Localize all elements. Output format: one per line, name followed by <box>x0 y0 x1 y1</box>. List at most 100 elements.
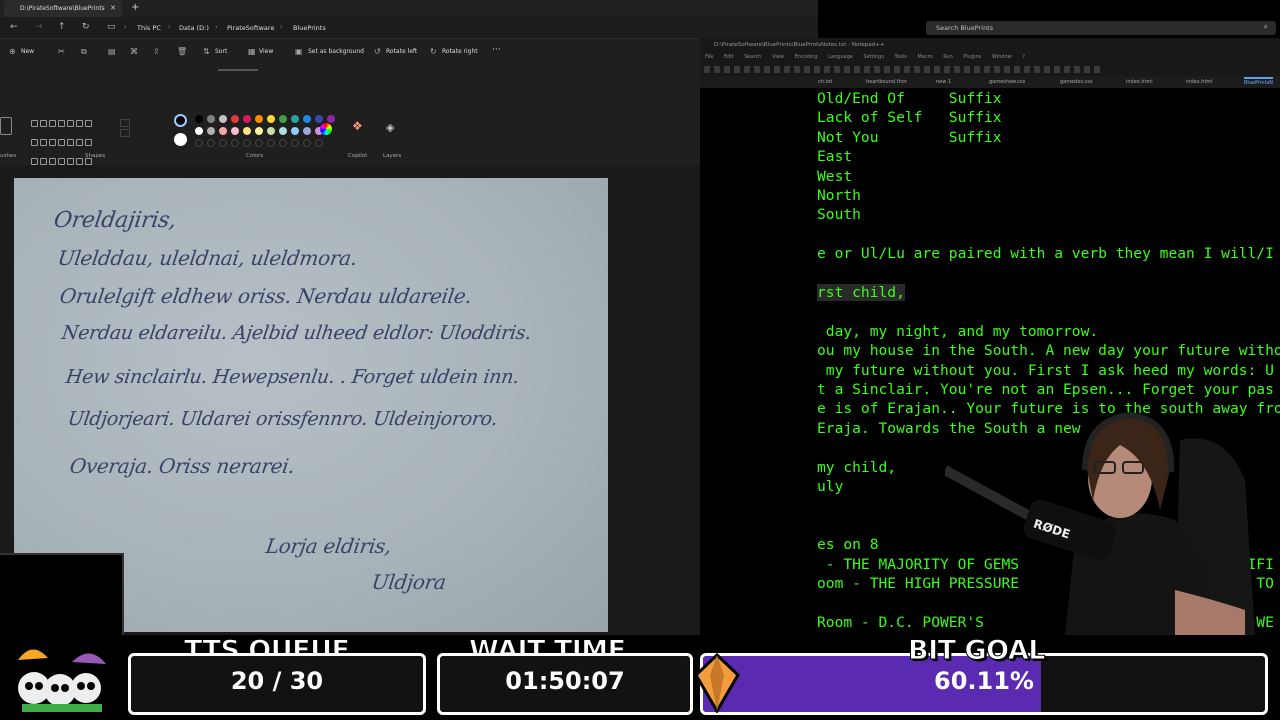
rotate-left-icon: ↺ <box>374 47 381 56</box>
color-swatch[interactable] <box>195 127 203 135</box>
color-swatch[interactable] <box>231 127 239 135</box>
color-swatch[interactable] <box>195 115 203 123</box>
color-picker-icon[interactable] <box>320 123 332 135</box>
view-icon: ▦ <box>248 47 256 56</box>
menu-item[interactable]: Run <box>943 54 953 60</box>
file-tab[interactable]: heartbound.thor <box>866 79 907 85</box>
menu-item[interactable]: File <box>705 54 713 60</box>
color-swatch[interactable] <box>303 115 311 123</box>
rename-icon[interactable]: ⌘ <box>130 47 138 56</box>
color-swatch[interactable] <box>291 115 299 123</box>
close-icon[interactable]: ✕ <box>110 4 116 12</box>
code-line: es on 8 <box>817 536 879 554</box>
custom-color-slot[interactable] <box>291 139 299 147</box>
menu-item[interactable]: Search <box>744 54 761 60</box>
back-icon[interactable]: ← <box>10 22 18 32</box>
color-swatch[interactable] <box>219 127 227 135</box>
custom-color-slot[interactable] <box>195 139 203 147</box>
search-icon[interactable]: ⌕ <box>1264 22 1268 32</box>
menu-item[interactable]: View <box>772 54 784 60</box>
letter-line: Uldjorjeari. Uldarei orissfennro. Uldein… <box>66 408 499 430</box>
search-input[interactable]: Search BluePrints ⌕ <box>926 21 1276 35</box>
color-swatch[interactable] <box>243 127 251 135</box>
secondary-color-swatch[interactable] <box>174 133 187 146</box>
webcam-feed: RØDE <box>945 400 1280 635</box>
sort-button[interactable]: Sort <box>215 48 227 55</box>
menu-item[interactable]: Plugins <box>963 54 981 60</box>
color-swatch[interactable] <box>303 127 311 135</box>
custom-color-slot[interactable] <box>279 139 287 147</box>
brush-tool[interactable] <box>0 117 12 135</box>
color-swatch[interactable] <box>315 115 323 123</box>
color-swatch[interactable] <box>207 127 215 135</box>
new-icon: ⊕ <box>9 47 16 56</box>
primary-color-swatch[interactable] <box>174 114 187 127</box>
window-tab-title: D:\PirateSoftware\BluePrints <box>20 5 105 12</box>
up-icon[interactable]: ↑ <box>58 22 66 32</box>
outline-fill-options[interactable] <box>118 117 158 143</box>
color-swatch[interactable] <box>267 115 275 123</box>
color-swatch[interactable] <box>255 127 263 135</box>
brushes-group-label: ushes <box>0 153 17 159</box>
custom-color-slot[interactable] <box>207 139 215 147</box>
rotate-right-button[interactable]: Rotate right <box>442 48 478 55</box>
rotate-left-button[interactable]: Rotate left <box>386 48 417 55</box>
color-swatch[interactable] <box>243 115 251 123</box>
menu-item[interactable]: Edit <box>724 54 734 60</box>
color-swatch[interactable] <box>279 127 287 135</box>
code-line: my child, <box>817 458 897 476</box>
color-swatch[interactable] <box>231 115 239 123</box>
layers-icon[interactable]: ◈ <box>386 121 394 134</box>
delete-icon[interactable]: 🗑 <box>177 47 187 56</box>
file-tab[interactable]: index.html <box>1126 79 1153 85</box>
menu-item[interactable]: Encoding <box>795 54 818 60</box>
breadcrumb-data-d[interactable]: Data (D:) <box>179 24 209 32</box>
color-swatch[interactable] <box>207 115 215 123</box>
toolbar-icons[interactable] <box>704 66 1104 73</box>
color-swatch[interactable] <box>255 115 263 123</box>
menu-item[interactable]: Settings <box>863 54 884 60</box>
menu-item[interactable]: Tools <box>895 54 907 60</box>
set-background-button[interactable]: Set as background <box>308 48 364 55</box>
new-tab-icon[interactable]: + <box>131 2 139 13</box>
forward-icon[interactable]: → <box>35 22 43 32</box>
view-button[interactable]: View <box>259 48 273 55</box>
file-tab[interactable]: ch.txt <box>818 79 832 85</box>
color-swatch[interactable] <box>327 115 335 123</box>
file-tab[interactable]: gamedev.css <box>1060 79 1093 85</box>
custom-color-slot[interactable] <box>303 139 311 147</box>
letter-line: Oreldajiris, <box>52 208 178 233</box>
custom-color-slot[interactable] <box>231 139 239 147</box>
file-tab[interactable]: gameshow.css <box>989 79 1025 85</box>
shapes-gallery[interactable] <box>30 113 106 165</box>
code-line: rst child, <box>817 284 905 301</box>
window-tab[interactable]: D:\PirateSoftware\BluePrints ✕ <box>4 0 122 17</box>
menu-item[interactable]: Window <box>992 54 1012 60</box>
custom-color-slot[interactable] <box>315 139 323 147</box>
new-button[interactable]: New <box>21 48 34 55</box>
breadcrumb-blueprints[interactable]: BluePrints <box>293 24 326 32</box>
copy-icon[interactable]: ⧉ <box>81 47 87 57</box>
paste-icon[interactable]: ▤ <box>108 47 116 56</box>
color-swatch[interactable] <box>267 127 275 135</box>
file-tab[interactable]: new 1 <box>936 79 951 85</box>
custom-color-slot[interactable] <box>243 139 251 147</box>
menu-item[interactable]: ? <box>1022 54 1025 60</box>
menu-item[interactable]: Language <box>828 54 853 60</box>
breadcrumb-piratesoftware[interactable]: PirateSoftware <box>227 24 274 32</box>
refresh-icon[interactable]: ↻ <box>82 22 90 32</box>
custom-color-slot[interactable] <box>267 139 275 147</box>
breadcrumb-this-pc[interactable]: This PC <box>137 24 161 32</box>
file-tab-active[interactable]: BluePrintsN <box>1244 77 1273 86</box>
color-swatch[interactable] <box>291 127 299 135</box>
custom-color-slot[interactable] <box>219 139 227 147</box>
share-icon[interactable]: ⇪ <box>153 47 160 56</box>
color-swatch[interactable] <box>219 115 227 123</box>
file-tab[interactable]: index.html <box>1186 79 1213 85</box>
menu-item[interactable]: Macro <box>917 54 932 60</box>
copilot-icon[interactable]: ❖ <box>352 119 363 133</box>
cut-icon[interactable]: ✂ <box>58 47 65 56</box>
custom-color-slot[interactable] <box>255 139 263 147</box>
color-swatch[interactable] <box>279 115 287 123</box>
more-options-button[interactable]: ··· <box>492 45 501 55</box>
